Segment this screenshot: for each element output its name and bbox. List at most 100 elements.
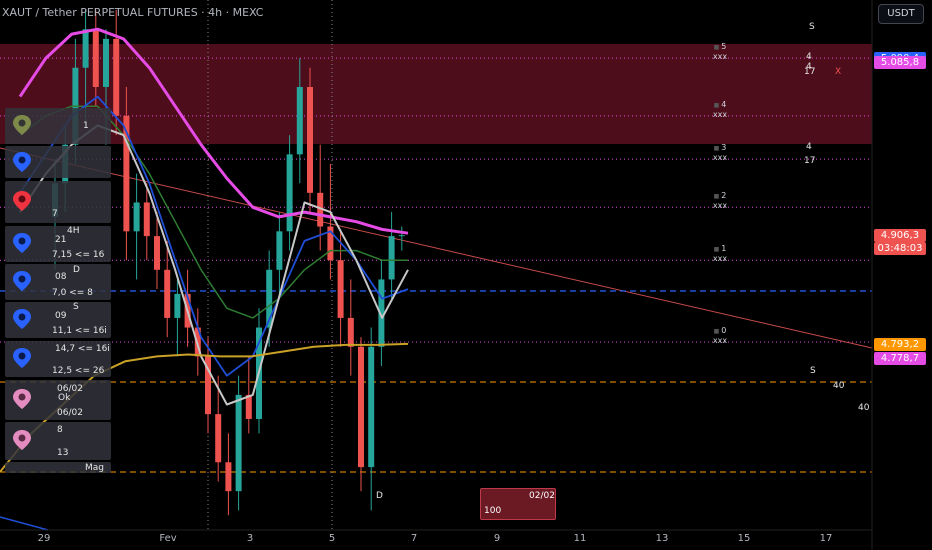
fib-level-label: 5xxx (713, 42, 727, 61)
panel-3-ratio: 7,15 <= 16 (52, 250, 105, 260)
candle-body (225, 462, 232, 492)
x-tick-label: 29 (37, 533, 51, 544)
candle-body (286, 154, 293, 232)
currency-button[interactable]: USDT (878, 4, 924, 24)
fib-level-label: 2xxx (713, 191, 727, 210)
price-chart[interactable] (0, 0, 932, 550)
candle-body (92, 29, 99, 87)
annotation-17b: 17 (804, 156, 816, 166)
panel-0-text: 1 (83, 121, 89, 131)
annotation-s-top: S (809, 22, 815, 32)
badge-date: 02/02 (529, 491, 555, 501)
panel-8-a: 8 (57, 425, 63, 435)
panel-8: 8 13 (5, 422, 111, 460)
map-pin-icon (13, 233, 31, 253)
annotation-40b: 40 (858, 403, 870, 413)
panel-4: D 08 7,0 <= 8 (5, 264, 111, 300)
panel-7-status: Ok (58, 393, 71, 403)
panel-2: 7 (5, 181, 111, 223)
panel-5-ratio: 11,1 <= 16i (52, 326, 107, 336)
fib-level-number: 5 (713, 42, 727, 52)
x-tick-label: Fev (159, 533, 177, 544)
candle-body (347, 317, 354, 347)
candle-body (82, 29, 89, 68)
price-tag: 4.793,2 (874, 337, 926, 351)
map-pin-icon (13, 271, 31, 291)
fib-level-label: 1xxx (713, 244, 727, 263)
candle-body (307, 86, 313, 193)
fib-level-tag: xxx (712, 254, 728, 264)
x-tick-label: 13 (655, 533, 669, 544)
annotation-4c: 4 (806, 142, 812, 152)
x-tick-label: 5 (328, 533, 336, 544)
panel-5-tf: S (73, 302, 79, 312)
panel-7: 06/02 Ok 06/02 (5, 380, 111, 420)
map-pin-icon (13, 348, 31, 368)
panel-3: 4H 21 7,15 <= 16 (5, 226, 111, 262)
map-pin-icon (13, 309, 31, 329)
map-pin-icon (13, 152, 31, 172)
panel-9-label: Mag (85, 463, 104, 473)
candle-body (174, 293, 181, 318)
candle-body (245, 394, 252, 419)
fib-level-tag: xxx (712, 335, 728, 345)
panel-4-ratio: 7,0 <= 8 (52, 288, 93, 298)
candle-body (358, 346, 364, 468)
panel-6-ratio-a: 14,7 <= 16i (55, 344, 110, 354)
price-tag: 5.085,8 (874, 56, 926, 70)
candle-body (154, 236, 160, 270)
annotation-4a: 4 (806, 52, 812, 62)
panel-6: 14,7 <= 16i 12,5 <= 26 (5, 341, 111, 377)
x-tick-label: 9 (493, 533, 501, 544)
annotation-d: D (376, 491, 383, 501)
panel-1 (5, 146, 111, 178)
chart-root: XAUT / Tether PERPETUAL FUTURES · 4h · M… (0, 0, 932, 550)
candle-body (235, 394, 242, 492)
map-pin-icon (13, 191, 31, 211)
map-pin-icon (13, 389, 31, 409)
candle-body (276, 231, 283, 270)
panel-3-tf: 4H (67, 226, 80, 236)
candle-body (388, 236, 395, 280)
candle-body (337, 260, 344, 318)
fib-level-tag: xxx (712, 153, 728, 163)
panel-4-tf: D (73, 265, 80, 275)
event-badge[interactable]: 02/02 100 (480, 488, 556, 520)
fib-level-number: 2 (713, 191, 727, 201)
panel-3-count: 21 (55, 235, 67, 245)
candle-body (143, 202, 150, 237)
x-tick-label: 3 (246, 533, 254, 544)
badge-count: 100 (484, 506, 502, 516)
annotation-4b: 4 (806, 62, 812, 72)
fib-level-tag: xxx (712, 52, 728, 62)
fib-level-tag: xxx (712, 109, 728, 119)
fib-level-number: 3 (713, 143, 727, 153)
annotation-s-mid: S (810, 366, 816, 376)
price-tag: 4.906,3 (874, 228, 926, 242)
panel-6-ratio-b: 12,5 <= 26 (52, 366, 105, 376)
panel-0: 1 (5, 108, 111, 144)
candle-body (103, 38, 109, 87)
candle-body (164, 269, 171, 318)
x-tick-label: 17 (819, 533, 833, 544)
map-pin-icon (13, 430, 31, 450)
fib-level-label: 0xxx (713, 326, 727, 345)
x-tick-label: 7 (410, 533, 418, 544)
fib-level-label: 4xxx (713, 100, 727, 119)
panel-5: S 09 11,1 <= 16i (5, 302, 111, 338)
candle-body (133, 202, 140, 232)
candle-body (113, 38, 120, 116)
panel-5-count: 09 (55, 311, 67, 321)
panel-4-count: 08 (55, 272, 67, 282)
fib-level-label: 3xxx (713, 143, 727, 162)
trendline (0, 147, 873, 349)
map-pin-icon (13, 115, 31, 135)
blue-ma-tail (0, 516, 49, 531)
x-tick-label: 15 (737, 533, 751, 544)
x-tick-label: 11 (573, 533, 587, 544)
candle-body (398, 235, 405, 237)
fib-level-number: 0 (713, 326, 727, 336)
annotation-x: X (835, 67, 842, 77)
annotation-40a: 40 (833, 381, 845, 391)
candle-body (296, 86, 303, 155)
